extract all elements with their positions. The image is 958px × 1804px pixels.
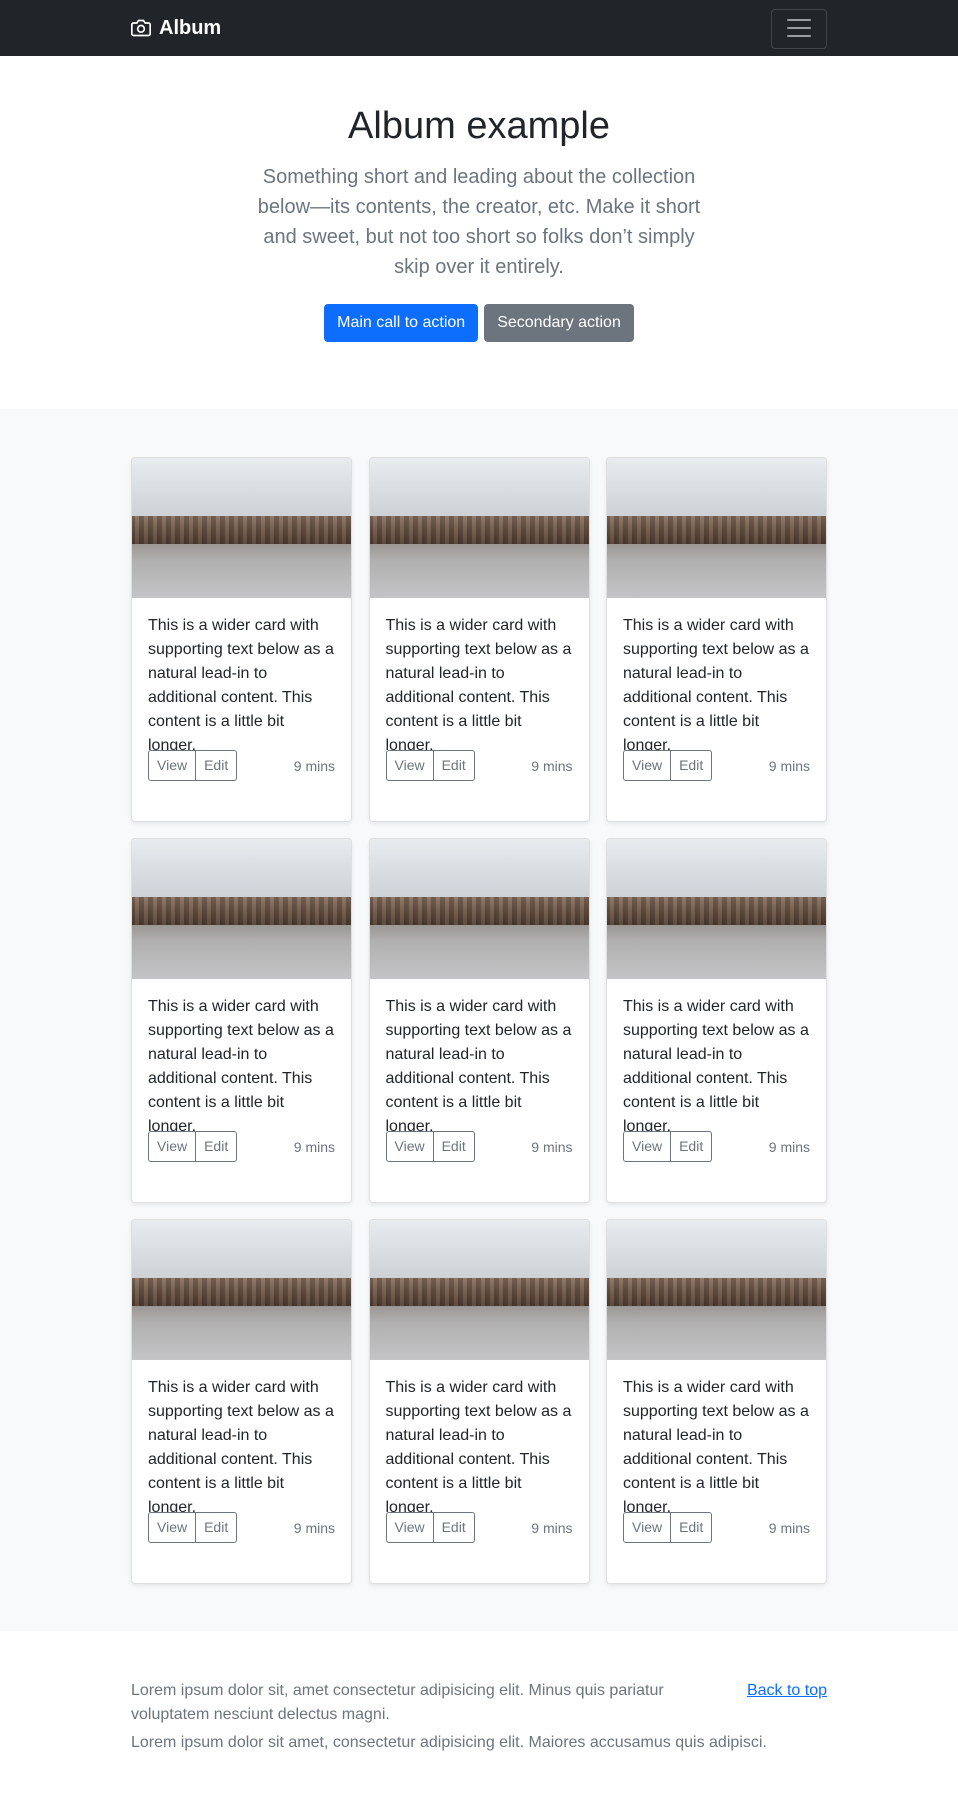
card-time: 9 mins bbox=[531, 1519, 573, 1536]
album-section: This is a wider card with supporting tex… bbox=[0, 409, 958, 1631]
card-footer: View Edit 9 mins bbox=[623, 750, 810, 781]
hero-lead: Something short and leading about the co… bbox=[257, 165, 701, 278]
card-footer: View Edit 9 mins bbox=[148, 1512, 335, 1543]
view-button[interactable]: View bbox=[623, 1131, 672, 1162]
card-text: This is a wider card with supporting tex… bbox=[148, 998, 334, 1135]
card-time: 9 mins bbox=[768, 757, 810, 774]
album-card: This is a wider card with supporting tex… bbox=[606, 838, 827, 1203]
album-card: This is a wider card with supporting tex… bbox=[368, 838, 590, 1203]
edit-button[interactable]: Edit bbox=[671, 1131, 713, 1162]
view-button[interactable]: View bbox=[623, 750, 672, 781]
card-time: 9 mins bbox=[531, 1138, 573, 1155]
footer-text-2: Lorem ipsum dolor sit amet, consectetur … bbox=[131, 1734, 767, 1751]
view-button[interactable]: View bbox=[623, 1512, 672, 1543]
card-time: 9 mins bbox=[293, 1519, 335, 1536]
back-to-top-link[interactable]: Back to top bbox=[747, 1679, 827, 1703]
card-footer: View Edit 9 mins bbox=[148, 1131, 335, 1162]
edit-button[interactable]: Edit bbox=[196, 750, 238, 781]
card-body: This is a wider card with supporting tex… bbox=[132, 598, 351, 797]
card-button-group: View Edit bbox=[623, 1512, 713, 1543]
card-body: This is a wider card with supporting tex… bbox=[370, 979, 589, 1178]
card-footer: View Edit 9 mins bbox=[623, 1512, 810, 1543]
edit-button[interactable]: Edit bbox=[196, 1131, 238, 1162]
card-button-group: View Edit bbox=[148, 1512, 238, 1543]
album-card: This is a wider card with supporting tex… bbox=[368, 1219, 590, 1584]
card-footer: View Edit 9 mins bbox=[148, 750, 335, 781]
card-text: This is a wider card with supporting tex… bbox=[385, 617, 572, 754]
card-text: This is a wider card with supporting tex… bbox=[385, 998, 572, 1135]
card-time: 9 mins bbox=[768, 1138, 810, 1155]
hero-actions: Main call to action Secondary action bbox=[0, 303, 958, 342]
view-button[interactable]: View bbox=[385, 1512, 434, 1543]
card-thumbnail-image bbox=[607, 1220, 826, 1360]
view-button[interactable]: View bbox=[385, 750, 434, 781]
card-text: This is a wider card with supporting tex… bbox=[148, 1379, 334, 1516]
card-body: This is a wider card with supporting tex… bbox=[132, 979, 351, 1178]
brand-link[interactable]: Album bbox=[131, 0, 221, 56]
hero-section: Album example Something short and leadin… bbox=[0, 56, 958, 409]
view-button[interactable]: View bbox=[148, 1512, 197, 1543]
view-button[interactable]: View bbox=[148, 1131, 197, 1162]
card-text: This is a wider card with supporting tex… bbox=[623, 617, 809, 754]
card-thumbnail-image bbox=[607, 839, 826, 979]
card-footer: View Edit 9 mins bbox=[385, 750, 573, 781]
edit-button[interactable]: Edit bbox=[433, 750, 475, 781]
edit-button[interactable]: Edit bbox=[671, 1512, 713, 1543]
card-button-group: View Edit bbox=[385, 1131, 475, 1162]
album-card: This is a wider card with supporting tex… bbox=[368, 457, 590, 822]
card-body: This is a wider card with supporting tex… bbox=[370, 1360, 589, 1559]
card-button-group: View Edit bbox=[623, 1131, 713, 1162]
card-time: 9 mins bbox=[293, 1138, 335, 1155]
brand-label: Album bbox=[159, 16, 222, 39]
card-thumbnail-image bbox=[132, 458, 351, 598]
secondary-action-button[interactable]: Secondary action bbox=[484, 303, 634, 342]
footer-text-1: Lorem ipsum dolor sit, amet consectetur … bbox=[131, 1682, 664, 1723]
album-card: This is a wider card with supporting tex… bbox=[606, 1219, 827, 1584]
card-body: This is a wider card with supporting tex… bbox=[607, 1360, 826, 1559]
footer: Back to top Lorem ipsum dolor sit, amet … bbox=[0, 1631, 958, 1804]
card-body: This is a wider card with supporting tex… bbox=[607, 979, 826, 1178]
card-thumbnail-image bbox=[369, 1220, 589, 1360]
main-call-to-action-button[interactable]: Main call to action bbox=[324, 303, 479, 342]
album-card: This is a wider card with supporting tex… bbox=[131, 457, 352, 822]
edit-button[interactable]: Edit bbox=[433, 1512, 475, 1543]
card-time: 9 mins bbox=[768, 1519, 810, 1536]
card-body: This is a wider card with supporting tex… bbox=[132, 1360, 351, 1559]
album-card: This is a wider card with supporting tex… bbox=[131, 838, 352, 1203]
card-footer: View Edit 9 mins bbox=[385, 1512, 573, 1543]
card-footer: View Edit 9 mins bbox=[385, 1131, 573, 1162]
navbar: Album bbox=[0, 0, 958, 56]
view-button[interactable]: View bbox=[148, 750, 197, 781]
card-button-group: View Edit bbox=[385, 750, 475, 781]
hamburger-menu-icon bbox=[784, 13, 814, 46]
navbar-toggler-button[interactable] bbox=[771, 9, 827, 49]
card-text: This is a wider card with supporting tex… bbox=[148, 617, 334, 754]
edit-button[interactable]: Edit bbox=[196, 1512, 238, 1543]
card-text: This is a wider card with supporting tex… bbox=[623, 1379, 809, 1516]
card-thumbnail-image bbox=[369, 839, 589, 979]
card-time: 9 mins bbox=[293, 757, 335, 774]
album-card: This is a wider card with supporting tex… bbox=[606, 457, 827, 822]
card-footer: View Edit 9 mins bbox=[623, 1131, 810, 1162]
camera-icon bbox=[131, 18, 151, 38]
card-grid: This is a wider card with supporting tex… bbox=[131, 457, 827, 1584]
card-time: 9 mins bbox=[531, 757, 573, 774]
page-title: Album example bbox=[348, 105, 610, 147]
card-button-group: View Edit bbox=[148, 1131, 238, 1162]
card-button-group: View Edit bbox=[148, 750, 238, 781]
card-text: This is a wider card with supporting tex… bbox=[623, 998, 809, 1135]
card-thumbnail-image bbox=[369, 458, 589, 598]
card-thumbnail-image bbox=[607, 458, 826, 598]
edit-button[interactable]: Edit bbox=[671, 750, 713, 781]
card-thumbnail-image bbox=[132, 839, 351, 979]
card-text: This is a wider card with supporting tex… bbox=[385, 1379, 572, 1516]
card-button-group: View Edit bbox=[385, 1512, 475, 1543]
card-button-group: View Edit bbox=[623, 750, 713, 781]
edit-button[interactable]: Edit bbox=[433, 1131, 475, 1162]
card-thumbnail-image bbox=[132, 1220, 351, 1360]
album-card: This is a wider card with supporting tex… bbox=[131, 1219, 352, 1584]
card-body: This is a wider card with supporting tex… bbox=[370, 598, 589, 797]
card-body: This is a wider card with supporting tex… bbox=[607, 598, 826, 797]
view-button[interactable]: View bbox=[385, 1131, 434, 1162]
